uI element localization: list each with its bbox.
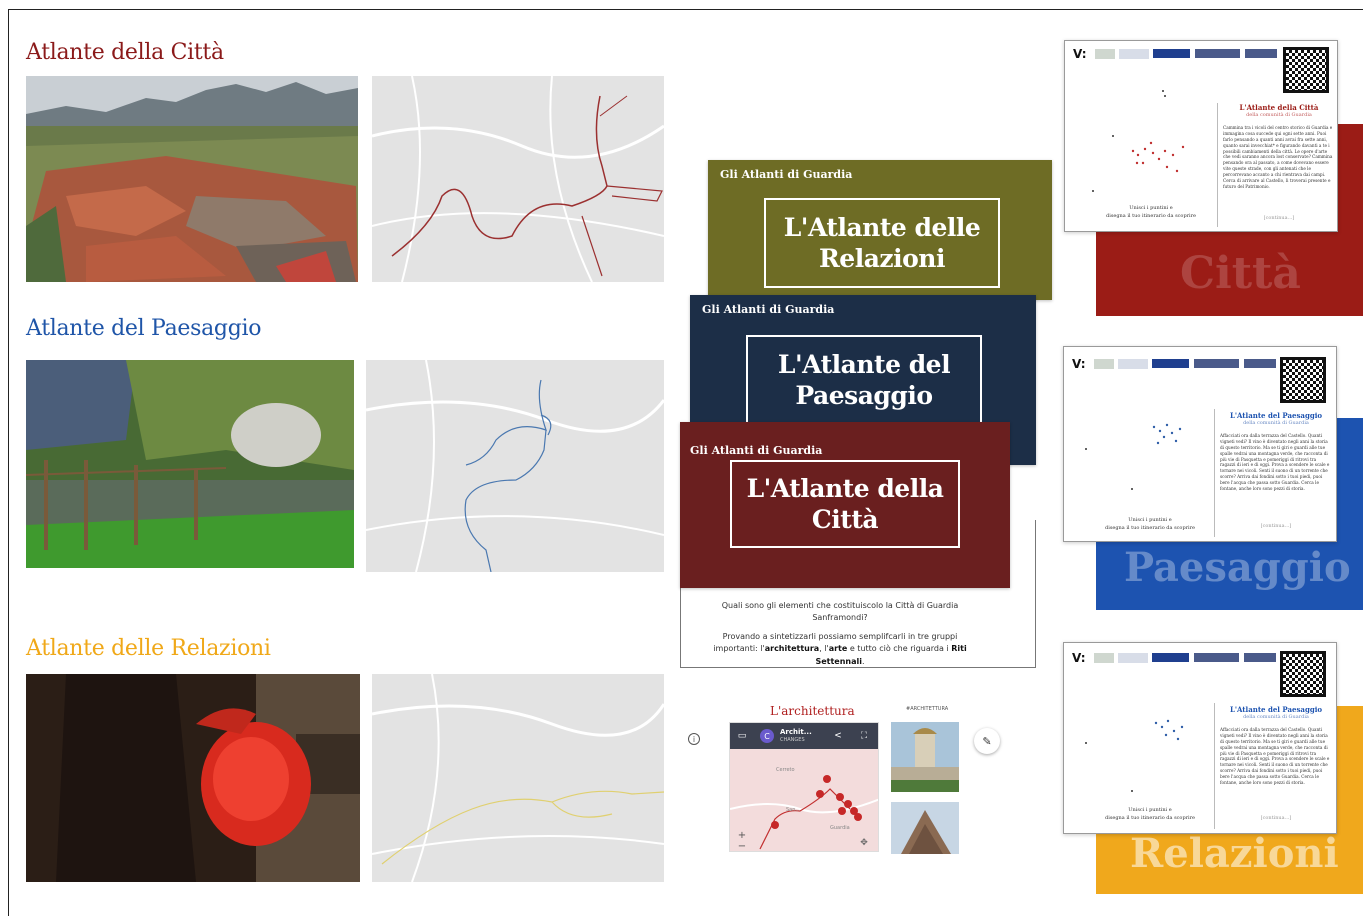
- poster-title: L'Atlante del Paesaggio: [1229, 705, 1323, 714]
- poster-caption-line1: Unisci i puntini e: [1128, 517, 1172, 523]
- card-title-line1: L'Atlante delle: [783, 212, 981, 242]
- card-title-box: L'Atlante delle Relazioni: [764, 198, 1000, 288]
- poster-subtitle: della comunità di Guardia: [1246, 112, 1312, 118]
- citta-map: [372, 76, 664, 282]
- poster-more-link: [continua...]: [1263, 215, 1295, 221]
- card-title-line2: Relazioni: [819, 244, 945, 273]
- poster-divider: [1214, 409, 1215, 537]
- gallery-image-building[interactable]: [891, 802, 959, 854]
- poster-eu-bar: [1152, 653, 1276, 662]
- locate-icon[interactable]: ✥: [858, 837, 870, 849]
- story-text: Quali sono gli elementi che costituiscol…: [690, 600, 990, 668]
- poster-body: Cammina tra i vicoli del centro storico …: [1223, 125, 1333, 189]
- avatar: C: [760, 729, 774, 743]
- story-map-embed[interactable]: ▭ C Archit... CHANGES < ⛶ Cerreto San...…: [729, 722, 879, 852]
- edit-pencil-icon[interactable]: ✎: [974, 728, 1000, 754]
- poster-body: Affacciati ora dalla terrazza del Castel…: [1220, 433, 1330, 491]
- fullscreen-icon[interactable]: ⛶: [858, 730, 870, 742]
- map-title: Archit...: [780, 728, 812, 736]
- poster-more-link: [continua...]: [1260, 523, 1292, 529]
- card-title-box: L'Atlante del Paesaggio: [746, 335, 982, 425]
- relazioni-photo: [26, 674, 360, 882]
- poster-logo: V:: [1073, 47, 1087, 61]
- poster-title: L'Atlante del Paesaggio: [1229, 411, 1323, 420]
- poster-caption-line2: disegna il tuo itinerario da scoprire: [1105, 815, 1195, 821]
- qr-code-icon: [1280, 651, 1326, 697]
- sidebar-toggle-icon[interactable]: ▭: [736, 730, 748, 742]
- poster-logo-strip: [1118, 359, 1148, 369]
- poster-more-link: [continua...]: [1260, 815, 1292, 821]
- poster-divider: [1217, 103, 1218, 227]
- poster-subtitle: della comunità di Guardia: [1243, 420, 1309, 426]
- citta-photo: [26, 76, 358, 282]
- card-title-line2: Paesaggio: [795, 381, 933, 410]
- card-kicker: Gli Atlanti di Guardia: [690, 444, 823, 457]
- cover-card-citta[interactable]: Gli Atlanti di Guardia L'Atlante della Ci…: [680, 422, 1010, 588]
- map-subtitle: CHANGES: [780, 737, 805, 743]
- info-icon[interactable]: i: [688, 733, 700, 745]
- atlas-paesaggio-title: Atlante del Paesaggio: [26, 316, 262, 341]
- relazioni-map: [372, 674, 664, 882]
- poster-logo-strip: [1118, 653, 1148, 663]
- story-paragraph-line3: Settennali.: [815, 656, 865, 666]
- card-title-line1: L'Atlante della: [746, 473, 944, 503]
- poster-logo-strip: [1119, 49, 1149, 59]
- poster-subtitle: della comunità di Guardia: [1243, 714, 1309, 720]
- atlas-relazioni-title: Atlante delle Relazioni: [26, 636, 271, 661]
- qr-code-icon: [1283, 47, 1329, 93]
- poster-logo-strip: [1095, 49, 1115, 59]
- poster-paesaggio: V: Unisci i puntini e disegna il tuo iti…: [1063, 346, 1337, 542]
- poster-logo-strip: [1094, 653, 1114, 663]
- poster-caption-line2: disegna il tuo itinerario da scoprire: [1105, 525, 1195, 531]
- poster-divider: [1214, 703, 1215, 829]
- poster-logo: V:: [1072, 651, 1086, 665]
- zoom-out-button[interactable]: −: [736, 841, 748, 852]
- map-place-label: San...: [786, 807, 801, 813]
- section-title-architettura: L'architettura: [770, 704, 855, 718]
- atlas-citta-title: Atlante della Città: [26, 40, 224, 65]
- zoom-in-button[interactable]: +: [736, 829, 748, 841]
- story-paragraph-line1: Provando a sintetizzarli possiamo sempli…: [722, 631, 958, 641]
- poster-logo-strip: [1094, 359, 1114, 369]
- poster-title: L'Atlante della Città: [1239, 103, 1319, 112]
- map-place-label: Guardia: [830, 825, 850, 831]
- card-title-line1: L'Atlante del: [777, 349, 951, 379]
- poster-body: Affacciati ora dalla terrazza del Castel…: [1220, 727, 1330, 785]
- card-kicker: Gli Atlanti di Guardia: [702, 303, 835, 316]
- card-kicker: Gli Atlanti di Guardia: [720, 168, 853, 181]
- banner-word: Città: [1180, 248, 1301, 299]
- poster-caption-line1: Unisci i puntini e: [1129, 205, 1173, 211]
- poster-logo: V:: [1072, 357, 1086, 371]
- poster-dot-map: [1092, 90, 1185, 192]
- paesaggio-photo: [26, 360, 354, 568]
- poster-caption-line1: Unisci i puntini e: [1128, 807, 1172, 813]
- banner-word: Paesaggio: [1124, 544, 1351, 591]
- story-question-line1: Quali sono gli elementi che costituiscol…: [721, 601, 959, 610]
- poster-dot-map: [1085, 719, 1184, 792]
- map-route: [730, 749, 878, 851]
- banner-word: Relazioni: [1130, 830, 1339, 877]
- story-question-line2: Sanframondi?: [812, 613, 868, 623]
- map-header-bar: [730, 723, 878, 749]
- share-icon[interactable]: <: [832, 730, 844, 742]
- gallery-label: #ARCHITETTURA: [906, 706, 949, 712]
- card-title-box: L'Atlante della Città: [730, 460, 960, 548]
- story-paragraph-line2: importanti: l'architettura, l'arte e tut…: [713, 644, 967, 654]
- poster-caption-line2: disegna il tuo itinerario da scoprire: [1106, 213, 1196, 219]
- poster-eu-bar: [1152, 359, 1276, 368]
- cover-card-relazioni[interactable]: Gli Atlanti di Guardia L'Atlante delle Re…: [708, 160, 1052, 300]
- poster-dot-map: [1085, 423, 1182, 490]
- poster-citta: V: Unisci i puntini e disegna il tuo iti…: [1064, 40, 1338, 232]
- paesaggio-map: [366, 360, 664, 572]
- poster-eu-bar: [1153, 49, 1277, 58]
- gallery-image-church[interactable]: [891, 722, 959, 792]
- map-place-label: Cerreto: [776, 767, 795, 773]
- card-title-line2: Città: [811, 505, 879, 534]
- qr-code-icon: [1280, 357, 1326, 403]
- poster-relazioni: V: Unisci i puntini e disegna il tuo iti…: [1063, 642, 1337, 834]
